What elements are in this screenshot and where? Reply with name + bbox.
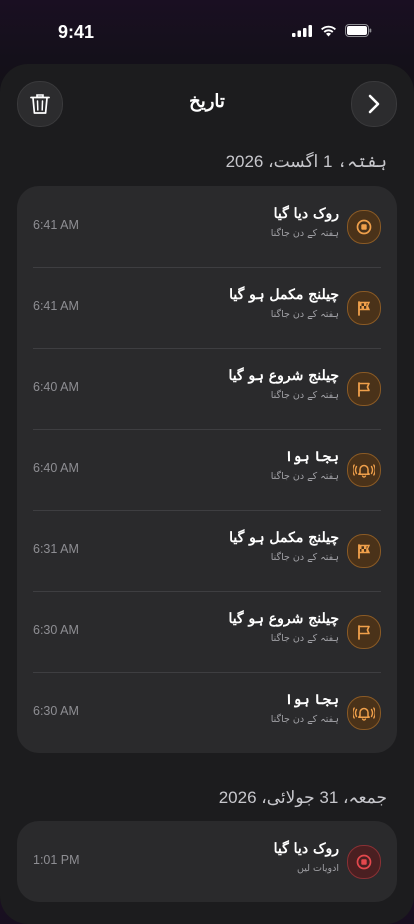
row-title: روک دیا گیا [274, 206, 339, 222]
stop-icon [347, 845, 381, 879]
row-title: بجا ہوا [285, 692, 339, 708]
history-row[interactable]: 6:31 AM چیلنج مکمل ہو گیا ہفتہ کے دن جاگ… [17, 510, 397, 591]
row-subtitle: ہفتہ کے دن جاگنا [271, 309, 339, 320]
battery-icon [345, 24, 372, 37]
row-subtitle: ہفتہ کے دن جاگنا [271, 471, 339, 482]
history-card: 6:41 AM روک دیا گیا ہفتہ کے دن جاگنا 6:4… [17, 186, 397, 753]
chevron-right-icon [367, 94, 381, 114]
status-bar: 9:41 [0, 0, 414, 60]
checkered-flag-icon [347, 534, 381, 568]
row-subtitle: ادویات لیں [297, 863, 339, 874]
history-row[interactable]: 6:40 AM چیلنج شروع ہو گیا ہفتہ کے دن جاگ… [17, 348, 397, 429]
row-title: چیلنج مکمل ہو گیا [229, 530, 339, 546]
status-icons [292, 24, 372, 37]
row-time: 6:41 AM [33, 218, 79, 232]
flag-icon [347, 372, 381, 406]
checkered-flag-icon [347, 291, 381, 325]
status-time: 9:41 [58, 22, 94, 43]
history-sheet: تاریخ ہفتہ، 1 اگست، 2026 6:41 AM روک دیا… [0, 64, 414, 924]
history-row[interactable]: 6:41 AM چیلنج مکمل ہو گیا ہفتہ کے دن جاگ… [17, 267, 397, 348]
row-time: 6:40 AM [33, 380, 79, 394]
ringing-bell-icon [347, 696, 381, 730]
cellular-signal-icon [292, 25, 312, 37]
row-title: چیلنج مکمل ہو گیا [229, 287, 339, 303]
row-subtitle: ہفتہ کے دن جاگنا [271, 552, 339, 563]
history-row[interactable]: 6:40 AM بجا ہوا ہفتہ کے دن جاگنا [17, 429, 397, 510]
row-subtitle: ہفتہ کے دن جاگنا [271, 633, 339, 644]
flag-icon [347, 615, 381, 649]
forward-button[interactable] [351, 81, 397, 127]
section-date-header: جمعہ، 31 جولائی، 2026 [219, 787, 387, 808]
row-subtitle: ہفتہ کے دن جاگنا [271, 714, 339, 725]
row-time: 6:40 AM [33, 461, 79, 475]
row-time: 1:01 PM [33, 853, 80, 867]
row-time: 6:30 AM [33, 704, 79, 718]
row-time: 6:41 AM [33, 299, 79, 313]
row-title: روک دیا گیا [274, 841, 339, 857]
history-row[interactable]: 6:30 AM چیلنج شروع ہو گیا ہفتہ کے دن جاگ… [17, 591, 397, 672]
row-title: چیلنج شروع ہو گیا [228, 611, 339, 627]
row-subtitle: ہفتہ کے دن جاگنا [271, 228, 339, 239]
row-time: 6:30 AM [33, 623, 79, 637]
row-subtitle: ہفتہ کے دن جاگنا [271, 390, 339, 401]
section-date-header: ہفتہ، 1 اگست، 2026 [226, 151, 387, 172]
row-title: بجا ہوا [285, 449, 339, 465]
stop-icon [347, 210, 381, 244]
wifi-icon [320, 25, 337, 37]
ringing-bell-icon [347, 453, 381, 487]
history-row[interactable]: 6:41 AM روک دیا گیا ہفتہ کے دن جاگنا [17, 186, 397, 267]
history-row[interactable]: 1:01 PM روک دیا گیا ادویات لیں [17, 821, 397, 902]
row-title: چیلنج شروع ہو گیا [228, 368, 339, 384]
history-row[interactable]: 6:30 AM بجا ہوا ہفتہ کے دن جاگنا [17, 672, 397, 753]
row-time: 6:31 AM [33, 542, 79, 556]
history-card: 1:01 PM روک دیا گیا ادویات لیں [17, 821, 397, 902]
